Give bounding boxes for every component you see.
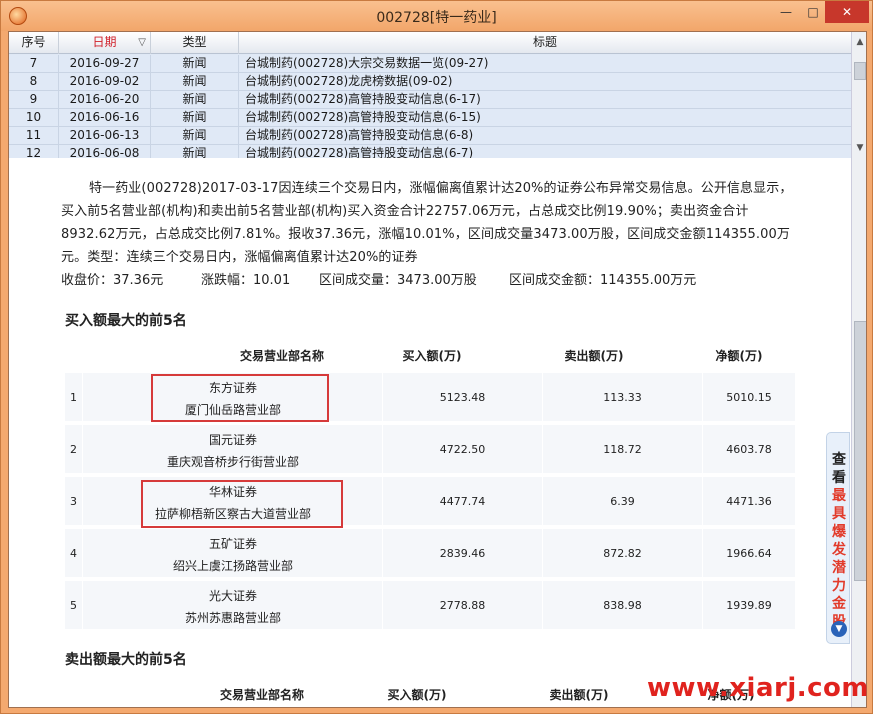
sell-section-title: 卖出额最大的前5名: [65, 652, 187, 668]
sell-header-buy: 买入额(万): [387, 688, 447, 702]
price-stats: 收盘价：37.36元 涨跌幅：10.01 区间成交量：3473.00万股 区间成…: [61, 269, 821, 291]
news-cell-date: 2016-09-27: [59, 55, 151, 73]
buy-amount-cell: 2839.46: [383, 529, 543, 579]
detail-scrollbar[interactable]: [851, 158, 866, 707]
news-cell-title: 台城制药(002728)高管持股变动信息(6-17): [245, 92, 481, 106]
news-cell-index: 7: [9, 55, 59, 73]
rank-cell: 1: [65, 373, 83, 423]
buy-table-row: 2 国元证券 重庆观音桥步行街营业部 4722.50 118.72 4603.78: [65, 425, 795, 475]
chevron-down-icon[interactable]: ▼: [831, 621, 847, 637]
broker-name: 五矿证券: [208, 537, 257, 551]
news-cell-type: 新闻: [151, 91, 239, 109]
sell-amount-cell: 113.33: [543, 373, 703, 423]
net-amount-cell: 4603.78: [726, 443, 772, 456]
news-cell-type: 新闻: [151, 73, 239, 91]
news-row[interactable]: 11 2016-06-13 新闻 台城制药(002728)高管持股变动信息(6-8): [9, 127, 851, 145]
news-list-scroll-thumb[interactable]: [854, 62, 866, 80]
rank-cell: 2: [65, 425, 83, 475]
sell-amount-cell: 6.39: [543, 477, 703, 527]
news-cell-index: 8: [9, 73, 59, 91]
news-list: 序号 日期 ▽ 类型 标题 7 2016-09-27 新闻 台城制药(002728)大…: [9, 32, 866, 163]
column-header-date[interactable]: 日期 ▽: [59, 32, 151, 54]
news-list-scrollbar[interactable]: ▲ ▼: [851, 32, 866, 158]
buy-amount-cell: 5123.48: [383, 373, 543, 423]
broker-cell: 国元证券重庆观音桥步行街营业部: [83, 425, 383, 475]
news-cell-title: 台城制药(002728)高管持股变动信息(6-8): [245, 128, 474, 142]
news-cell-type: 新闻: [151, 109, 239, 127]
branch-name: 重庆观音桥步行街营业部: [166, 455, 299, 469]
buy-amount-cell: 4722.50: [383, 425, 543, 475]
promo-line2: 最具爆发潜力金股: [832, 488, 846, 630]
buy-amount-cell: 2778.88: [383, 581, 543, 631]
range-amount: 区间成交金额：114355.00万元: [509, 273, 697, 288]
column-header-title[interactable]: 标题: [239, 32, 851, 54]
detail-scroll-thumb[interactable]: [854, 321, 866, 581]
rank-cell: 5: [65, 581, 83, 631]
maximize-button[interactable]: □: [801, 1, 825, 23]
news-row[interactable]: 8 2016-09-02 新闻 台城制药(002728)龙虎榜数据(09-02): [9, 73, 851, 91]
news-cell-date: 2016-06-20: [59, 91, 151, 109]
title-bar[interactable]: 002728[特一药业] — □ ✕: [1, 1, 872, 31]
broker-name: 光大证券: [208, 589, 257, 603]
buy-table-row: 4 五矿证券 绍兴上虞江扬路营业部 2839.46 872.82 1966.64: [65, 529, 795, 579]
buy-header-buy: 买入额(万): [402, 349, 462, 363]
promo-line1: 查看: [832, 452, 846, 486]
news-cell-date: 2016-06-13: [59, 127, 151, 145]
net-amount-cell: 1966.64: [726, 547, 772, 560]
announcement-text: 特一药业(002728)2017-03-17因连续三个交易日内，涨幅偏离值累计达…: [61, 181, 793, 265]
buy-section-title: 买入额最大的前5名: [65, 313, 187, 329]
branch-name: 苏州苏惠路营业部: [184, 611, 281, 625]
net-amount-cell: 5010.15: [726, 391, 772, 404]
scroll-down-icon[interactable]: ▼: [852, 140, 866, 157]
column-header-index[interactable]: 序号: [9, 32, 59, 54]
buy-header-sell: 卖出额(万): [564, 349, 624, 363]
range-volume: 区间成交量：3473.00万股: [319, 273, 477, 288]
news-cell-index: 9: [9, 91, 59, 109]
buy-table-row: 5 光大证券 苏州苏惠路营业部 2778.88 838.98 1939.89: [65, 581, 795, 631]
news-row[interactable]: 10 2016-06-16 新闻 台城制药(002728)高管持股变动信息(6-15): [9, 109, 851, 127]
news-cell-title: 台城制药(002728)龙虎榜数据(09-02): [245, 74, 453, 88]
news-cell-index: 10: [9, 109, 59, 127]
news-cell-title: 台城制药(002728)高管持股变动信息(6-15): [245, 110, 481, 124]
sell-amount-cell: 872.82: [543, 529, 703, 579]
close-button[interactable]: ✕: [825, 1, 869, 23]
news-cell-title: 台城制药(002728)大宗交易数据一览(09-27): [245, 56, 489, 70]
net-amount-cell: 1939.89: [726, 599, 772, 612]
news-cell-type: 新闻: [151, 55, 239, 73]
sell-amount-cell: 118.72: [543, 425, 703, 475]
window-content: 序号 日期 ▽ 类型 标题 7 2016-09-27 新闻 台城制药(002728)大…: [8, 31, 867, 708]
scroll-up-icon[interactable]: ▲: [852, 34, 866, 51]
detail-pane: 特一药业(002728)2017-03-17因连续三个交易日内，涨幅偏离值累计达…: [9, 158, 851, 707]
column-header-type[interactable]: 类型: [151, 32, 239, 54]
sort-down-icon: ▽: [138, 37, 146, 48]
news-cell-date: 2016-06-16: [59, 109, 151, 127]
sell-amount-cell: 838.98: [543, 581, 703, 631]
window-title: 002728[特一药业]: [376, 10, 497, 26]
news-cell-index: 11: [9, 127, 59, 145]
news-list-header: 序号 日期 ▽ 类型 标题: [9, 32, 851, 54]
broker-name: 国元证券: [208, 433, 257, 447]
news-row[interactable]: 9 2016-06-20 新闻 台城制药(002728)高管持股变动信息(6-17): [9, 91, 851, 109]
column-header-date-label: 日期: [92, 35, 117, 49]
news-cell-type: 新闻: [151, 127, 239, 145]
buy-header-net: 净额(万): [715, 349, 763, 363]
branch-name: 绍兴上虞江扬路营业部: [172, 559, 293, 573]
highlight-box-dongfang: [151, 374, 329, 422]
app-window: 002728[特一药业] — □ ✕ 序号 日期 ▽ 类型 标题 7 2016-0…: [0, 0, 873, 714]
rank-cell: 4: [65, 529, 83, 579]
news-cell-date: 2016-09-02: [59, 73, 151, 91]
news-row[interactable]: 7 2016-09-27 新闻 台城制药(002728)大宗交易数据一览(09-27): [9, 55, 851, 73]
buy-amount-cell: 4477.74: [383, 477, 543, 527]
net-amount-cell: 4471.36: [726, 495, 772, 508]
price-change: 涨跌幅：10.01: [201, 273, 291, 288]
watermark-text: www.xiarj.com: [647, 673, 869, 703]
close-price: 收盘价：37.36元: [61, 273, 164, 288]
rank-cell: 3: [65, 477, 83, 527]
broker-cell: 五矿证券绍兴上虞江扬路营业部: [83, 529, 383, 579]
sell-header-sell: 卖出额(万): [549, 688, 609, 702]
highlight-box-hualin: [141, 480, 343, 528]
broker-cell: 光大证券苏州苏惠路营业部: [83, 581, 383, 631]
promo-side-tab[interactable]: 查看 最具爆发潜力金股 ▼: [826, 432, 850, 644]
minimize-button[interactable]: —: [773, 1, 799, 23]
